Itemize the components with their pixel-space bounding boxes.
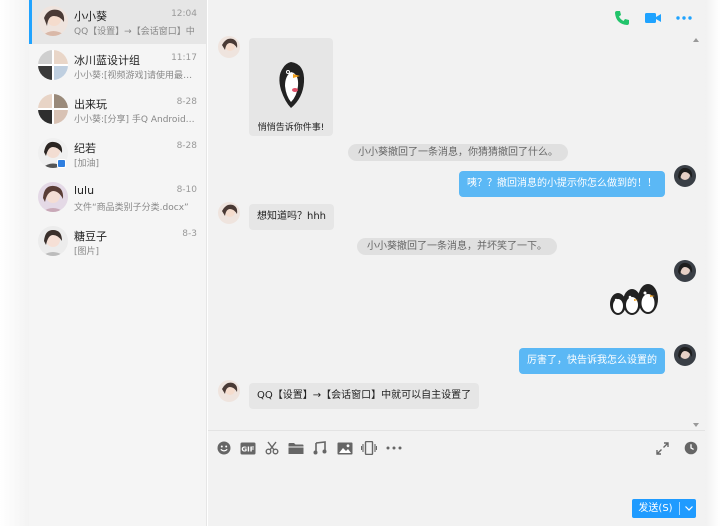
conversation-name: 小小葵: [74, 10, 107, 23]
outgoing-message[interactable]: 咦？？撤回消息的小提示你怎么做到的！！: [459, 171, 665, 197]
avatar: [38, 6, 68, 36]
conversation-item[interactable]: 小小葵 12:04 QQ【设置】→【会话窗口】中: [29, 0, 207, 44]
gif-icon[interactable]: GIF: [240, 440, 256, 456]
avatar: [218, 36, 240, 58]
conversation-preview: 小小葵:[视频游戏]请使用最新版: [74, 71, 198, 81]
conversation-item[interactable]: 糖豆子 8-3 [图片]: [29, 220, 207, 264]
self-avatar: [674, 165, 696, 187]
chat-panel: 悄悄告诉你件事! 小小葵撤回了一条消息，你猜猜撤回了什么。 咦？？撤回消息的小提…: [208, 0, 705, 526]
avatar: [218, 380, 240, 402]
conversation-preview: [加油]: [74, 159, 100, 169]
send-options-chevron-down-icon[interactable]: [683, 499, 695, 518]
scissors-icon[interactable]: [264, 440, 280, 456]
more-icon[interactable]: [386, 440, 402, 456]
chat-header: [208, 0, 705, 34]
sticker-message[interactable]: 悄悄告诉你件事!: [249, 38, 333, 136]
conversation-time: 8-3: [182, 229, 197, 239]
conversation-name: 出来玩: [74, 98, 107, 111]
conversation-time: 8-28: [176, 97, 197, 107]
history-clock-icon[interactable]: [683, 440, 699, 456]
message-input[interactable]: [208, 465, 705, 515]
send-button-label: 发送(S): [638, 503, 673, 514]
conversation-time: 11:17: [171, 53, 197, 63]
window-left-edge: [0, 0, 29, 526]
window-right-edge: [705, 0, 720, 526]
image-icon[interactable]: [337, 440, 353, 456]
folder-icon[interactable]: [288, 440, 304, 456]
more-options-icon[interactable]: [675, 9, 693, 27]
emoji-icon[interactable]: [216, 440, 232, 456]
conversation-item[interactable]: 冰川蓝设计组 11:17 小小葵:[视频游戏]请使用最新版: [29, 44, 207, 88]
self-avatar: [674, 344, 696, 366]
send-button[interactable]: 发送(S): [632, 499, 696, 518]
svg-text:GIF: GIF: [241, 445, 254, 453]
penguin-group-sticker-icon[interactable]: [608, 280, 660, 318]
avatar: [38, 182, 68, 212]
mobile-online-icon: [57, 159, 66, 168]
conversation-item[interactable]: 出来玩 8-28 小小葵:[分享] 手Q Android旗舰: [29, 88, 207, 132]
conversation-name: 纪若: [74, 142, 96, 155]
recall-notice: 小小葵撤回了一条消息，你猜猜撤回了什么。: [348, 144, 568, 161]
conversation-preview: 文件“商品类别子分类.docx”: [74, 203, 189, 213]
conversation-sidebar: 小小葵 12:04 QQ【设置】→【会话窗口】中 冰川蓝设计组 11:17 小小…: [29, 0, 207, 526]
scroll-down-arrow-icon[interactable]: [693, 423, 699, 427]
scroll-up-arrow-icon[interactable]: [693, 38, 699, 42]
incoming-message[interactable]: QQ【设置】→【会话窗口】中就可以自主设置了: [249, 383, 480, 409]
self-avatar: [674, 260, 696, 282]
outgoing-message[interactable]: 厉害了，快告诉我怎么设置的: [519, 348, 665, 374]
recall-notice: 小小葵撤回了一条消息，并坏笑了一下。: [357, 238, 557, 255]
expand-icon[interactable]: [654, 440, 670, 456]
phone-call-icon[interactable]: [613, 9, 631, 27]
conversation-name: lulu: [74, 184, 95, 197]
conversation-preview: QQ【设置】→【会话窗口】中: [74, 27, 195, 37]
conversation-item[interactable]: lulu 8-10 文件“商品类别子分类.docx”: [29, 176, 207, 220]
avatar: [218, 202, 240, 224]
sticker-caption: 悄悄告诉你件事!: [257, 123, 325, 133]
message-list[interactable]: 悄悄告诉你件事! 小小葵撤回了一条消息，你猜猜撤回了什么。 咦？？撤回消息的小提…: [208, 34, 705, 430]
group-avatar: [38, 50, 68, 80]
conversation-time: 12:04: [171, 9, 197, 19]
conversation-preview: 小小葵:[分享] 手Q Android旗舰: [74, 115, 198, 125]
penguin-sticker-icon: [279, 62, 305, 108]
send-button-divider: [679, 502, 680, 515]
incoming-message[interactable]: 想知道吗？hhh: [249, 204, 335, 230]
conversation-time: 8-28: [176, 141, 197, 151]
avatar: [38, 226, 68, 256]
group-avatar: [38, 94, 68, 124]
conversation-time: 8-10: [176, 185, 197, 195]
shake-icon[interactable]: [361, 440, 377, 456]
conversation-name: 冰川蓝设计组: [74, 54, 140, 67]
conversation-item[interactable]: 纪若 8-28 [加油]: [29, 132, 207, 176]
video-call-icon[interactable]: [644, 9, 662, 27]
conversation-preview: [图片]: [74, 247, 100, 257]
conversation-name: 糖豆子: [74, 230, 107, 243]
composer: GIF: [208, 430, 705, 526]
music-icon[interactable]: [312, 440, 328, 456]
